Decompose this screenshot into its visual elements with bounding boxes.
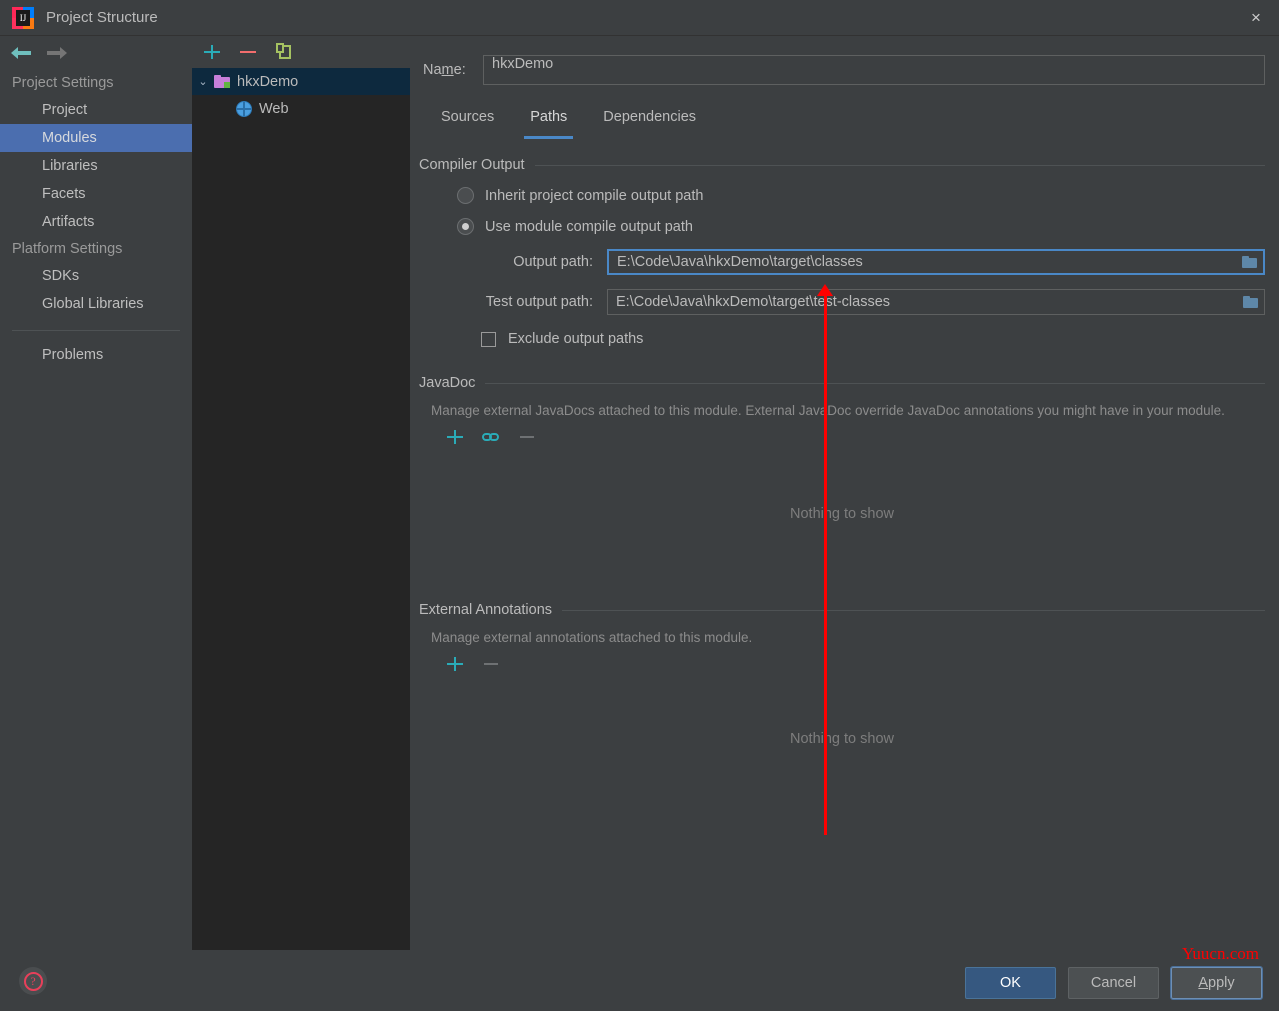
radio-label: Inherit project compile output path xyxy=(485,188,703,204)
dialog-buttons: OK Cancel Apply xyxy=(965,967,1262,999)
sidebar-group-platform-settings: Platform Settings xyxy=(0,236,192,262)
javadoc-add-button[interactable] xyxy=(445,427,465,447)
test-output-path-value[interactable]: E:\Code\Java\hkxDemo\target\test-classes xyxy=(608,294,1236,310)
external-annotations-description: Manage external annotations attached to … xyxy=(431,630,1265,645)
copy-module-button[interactable] xyxy=(274,42,294,62)
compiler-output-section: Compiler Output Inherit project compile … xyxy=(419,157,1265,347)
sidebar-item-project[interactable]: Project xyxy=(0,96,192,124)
external-annotations-title: External Annotations xyxy=(419,602,1265,618)
tree-node-label: Web xyxy=(259,101,289,117)
folder-browse-icon[interactable] xyxy=(1235,251,1263,273)
title-bar: IJ Project Structure × xyxy=(0,0,1279,36)
annotation-arrowhead xyxy=(817,284,833,296)
output-path-label: Output path: xyxy=(427,254,607,270)
module-name-input[interactable]: hkxDemo xyxy=(483,55,1265,85)
annotation-line xyxy=(824,290,827,835)
annotations-add-button[interactable] xyxy=(445,654,465,674)
apply-button[interactable]: Apply xyxy=(1171,967,1262,999)
folder-browse-icon[interactable] xyxy=(1236,290,1264,314)
javadoc-link-button[interactable] xyxy=(481,427,501,447)
intellij-idea-icon: IJ xyxy=(12,7,34,29)
module-tabs: Sources Paths Dependencies xyxy=(423,105,1279,139)
close-icon[interactable]: × xyxy=(1233,0,1279,35)
arrow-right-icon[interactable] xyxy=(46,45,68,61)
radio-icon-selected[interactable] xyxy=(457,218,474,235)
tree-node-label: hkxDemo xyxy=(237,74,298,90)
section-divider xyxy=(562,610,1265,611)
output-path-field[interactable]: E:\Code\Java\hkxDemo\target\classes xyxy=(607,249,1265,275)
javadoc-description: Manage external JavaDocs attached to thi… xyxy=(431,403,1265,418)
chevron-down-icon[interactable]: ⌄ xyxy=(192,75,214,88)
tab-sources[interactable]: Sources xyxy=(423,105,512,139)
remove-module-button[interactable] xyxy=(238,42,258,62)
project-structure-dialog: IJ Project Structure × Project Settings … xyxy=(0,0,1279,1011)
test-output-path-row: Test output path: E:\Code\Java\hkxDemo\t… xyxy=(427,289,1265,315)
watermark: Yuucn.com xyxy=(1182,944,1259,964)
section-divider xyxy=(485,383,1265,384)
ok-button[interactable]: OK xyxy=(965,967,1056,999)
module-settings-pane: Name: hkxDemo Sources Paths Dependencies… xyxy=(411,36,1279,948)
test-output-path-label: Test output path: xyxy=(427,294,607,310)
section-divider xyxy=(535,165,1265,166)
module-name-row: Name: hkxDemo xyxy=(423,55,1265,85)
web-facet-icon xyxy=(236,101,252,117)
sidebar-item-facets[interactable]: Facets xyxy=(0,180,192,208)
annotations-remove-button xyxy=(481,654,501,674)
external-annotations-empty-text: Nothing to show xyxy=(419,731,1265,747)
test-output-path-field[interactable]: E:\Code\Java\hkxDemo\target\test-classes xyxy=(607,289,1265,315)
module-folder-icon xyxy=(214,75,230,88)
radio-icon[interactable] xyxy=(457,187,474,204)
navigation-buttons xyxy=(0,36,192,70)
javadoc-section: JavaDoc Manage external JavaDocs attache… xyxy=(419,375,1265,522)
add-module-button[interactable] xyxy=(202,42,222,62)
external-annotations-section: External Annotations Manage external ann… xyxy=(419,602,1265,747)
tree-node-hkxdemo[interactable]: ⌄ hkxDemo xyxy=(192,68,410,95)
help-button[interactable]: ? xyxy=(19,967,47,995)
tab-dependencies[interactable]: Dependencies xyxy=(585,105,714,139)
window-title: Project Structure xyxy=(46,9,158,26)
external-annotations-toolbar xyxy=(445,653,1265,675)
sidebar-item-modules[interactable]: Modules xyxy=(0,124,192,152)
settings-sidebar: Project Settings Project Modules Librari… xyxy=(0,36,192,1011)
sidebar-item-global-libraries[interactable]: Global Libraries xyxy=(0,290,192,318)
compiler-output-title: Compiler Output xyxy=(419,157,1265,173)
exclude-output-paths-checkbox[interactable]: Exclude output paths xyxy=(481,331,1265,347)
output-path-value[interactable]: E:\Code\Java\hkxDemo\target\classes xyxy=(609,254,1235,270)
checkbox-icon[interactable] xyxy=(481,332,496,347)
tree-node-web[interactable]: Web xyxy=(192,95,410,122)
tab-paths[interactable]: Paths xyxy=(512,105,585,139)
cancel-button[interactable]: Cancel xyxy=(1068,967,1159,999)
arrow-left-icon[interactable] xyxy=(10,45,32,61)
sidebar-item-artifacts[interactable]: Artifacts xyxy=(0,208,192,236)
module-tree: ⌄ hkxDemo Web xyxy=(192,68,410,950)
javadoc-empty-text: Nothing to show xyxy=(419,506,1265,522)
question-mark-icon: ? xyxy=(24,972,43,991)
javadoc-toolbar xyxy=(445,426,1265,448)
javadoc-remove-button xyxy=(517,427,537,447)
javadoc-title: JavaDoc xyxy=(419,375,1265,391)
sidebar-item-problems[interactable]: Problems xyxy=(0,341,192,369)
sidebar-group-project-settings: Project Settings xyxy=(0,70,192,96)
radio-inherit-output-path[interactable]: Inherit project compile output path xyxy=(457,187,1265,204)
radio-label: Use module compile output path xyxy=(485,219,693,235)
sidebar-item-libraries[interactable]: Libraries xyxy=(0,152,192,180)
output-path-row: Output path: E:\Code\Java\hkxDemo\target… xyxy=(427,249,1265,275)
radio-module-output-path[interactable]: Use module compile output path xyxy=(457,218,1265,235)
module-tree-toolbar xyxy=(192,36,411,68)
sidebar-divider xyxy=(12,330,180,331)
checkbox-label: Exclude output paths xyxy=(508,331,643,347)
sidebar-item-sdks[interactable]: SDKs xyxy=(0,262,192,290)
module-name-label: Name: xyxy=(423,62,483,78)
